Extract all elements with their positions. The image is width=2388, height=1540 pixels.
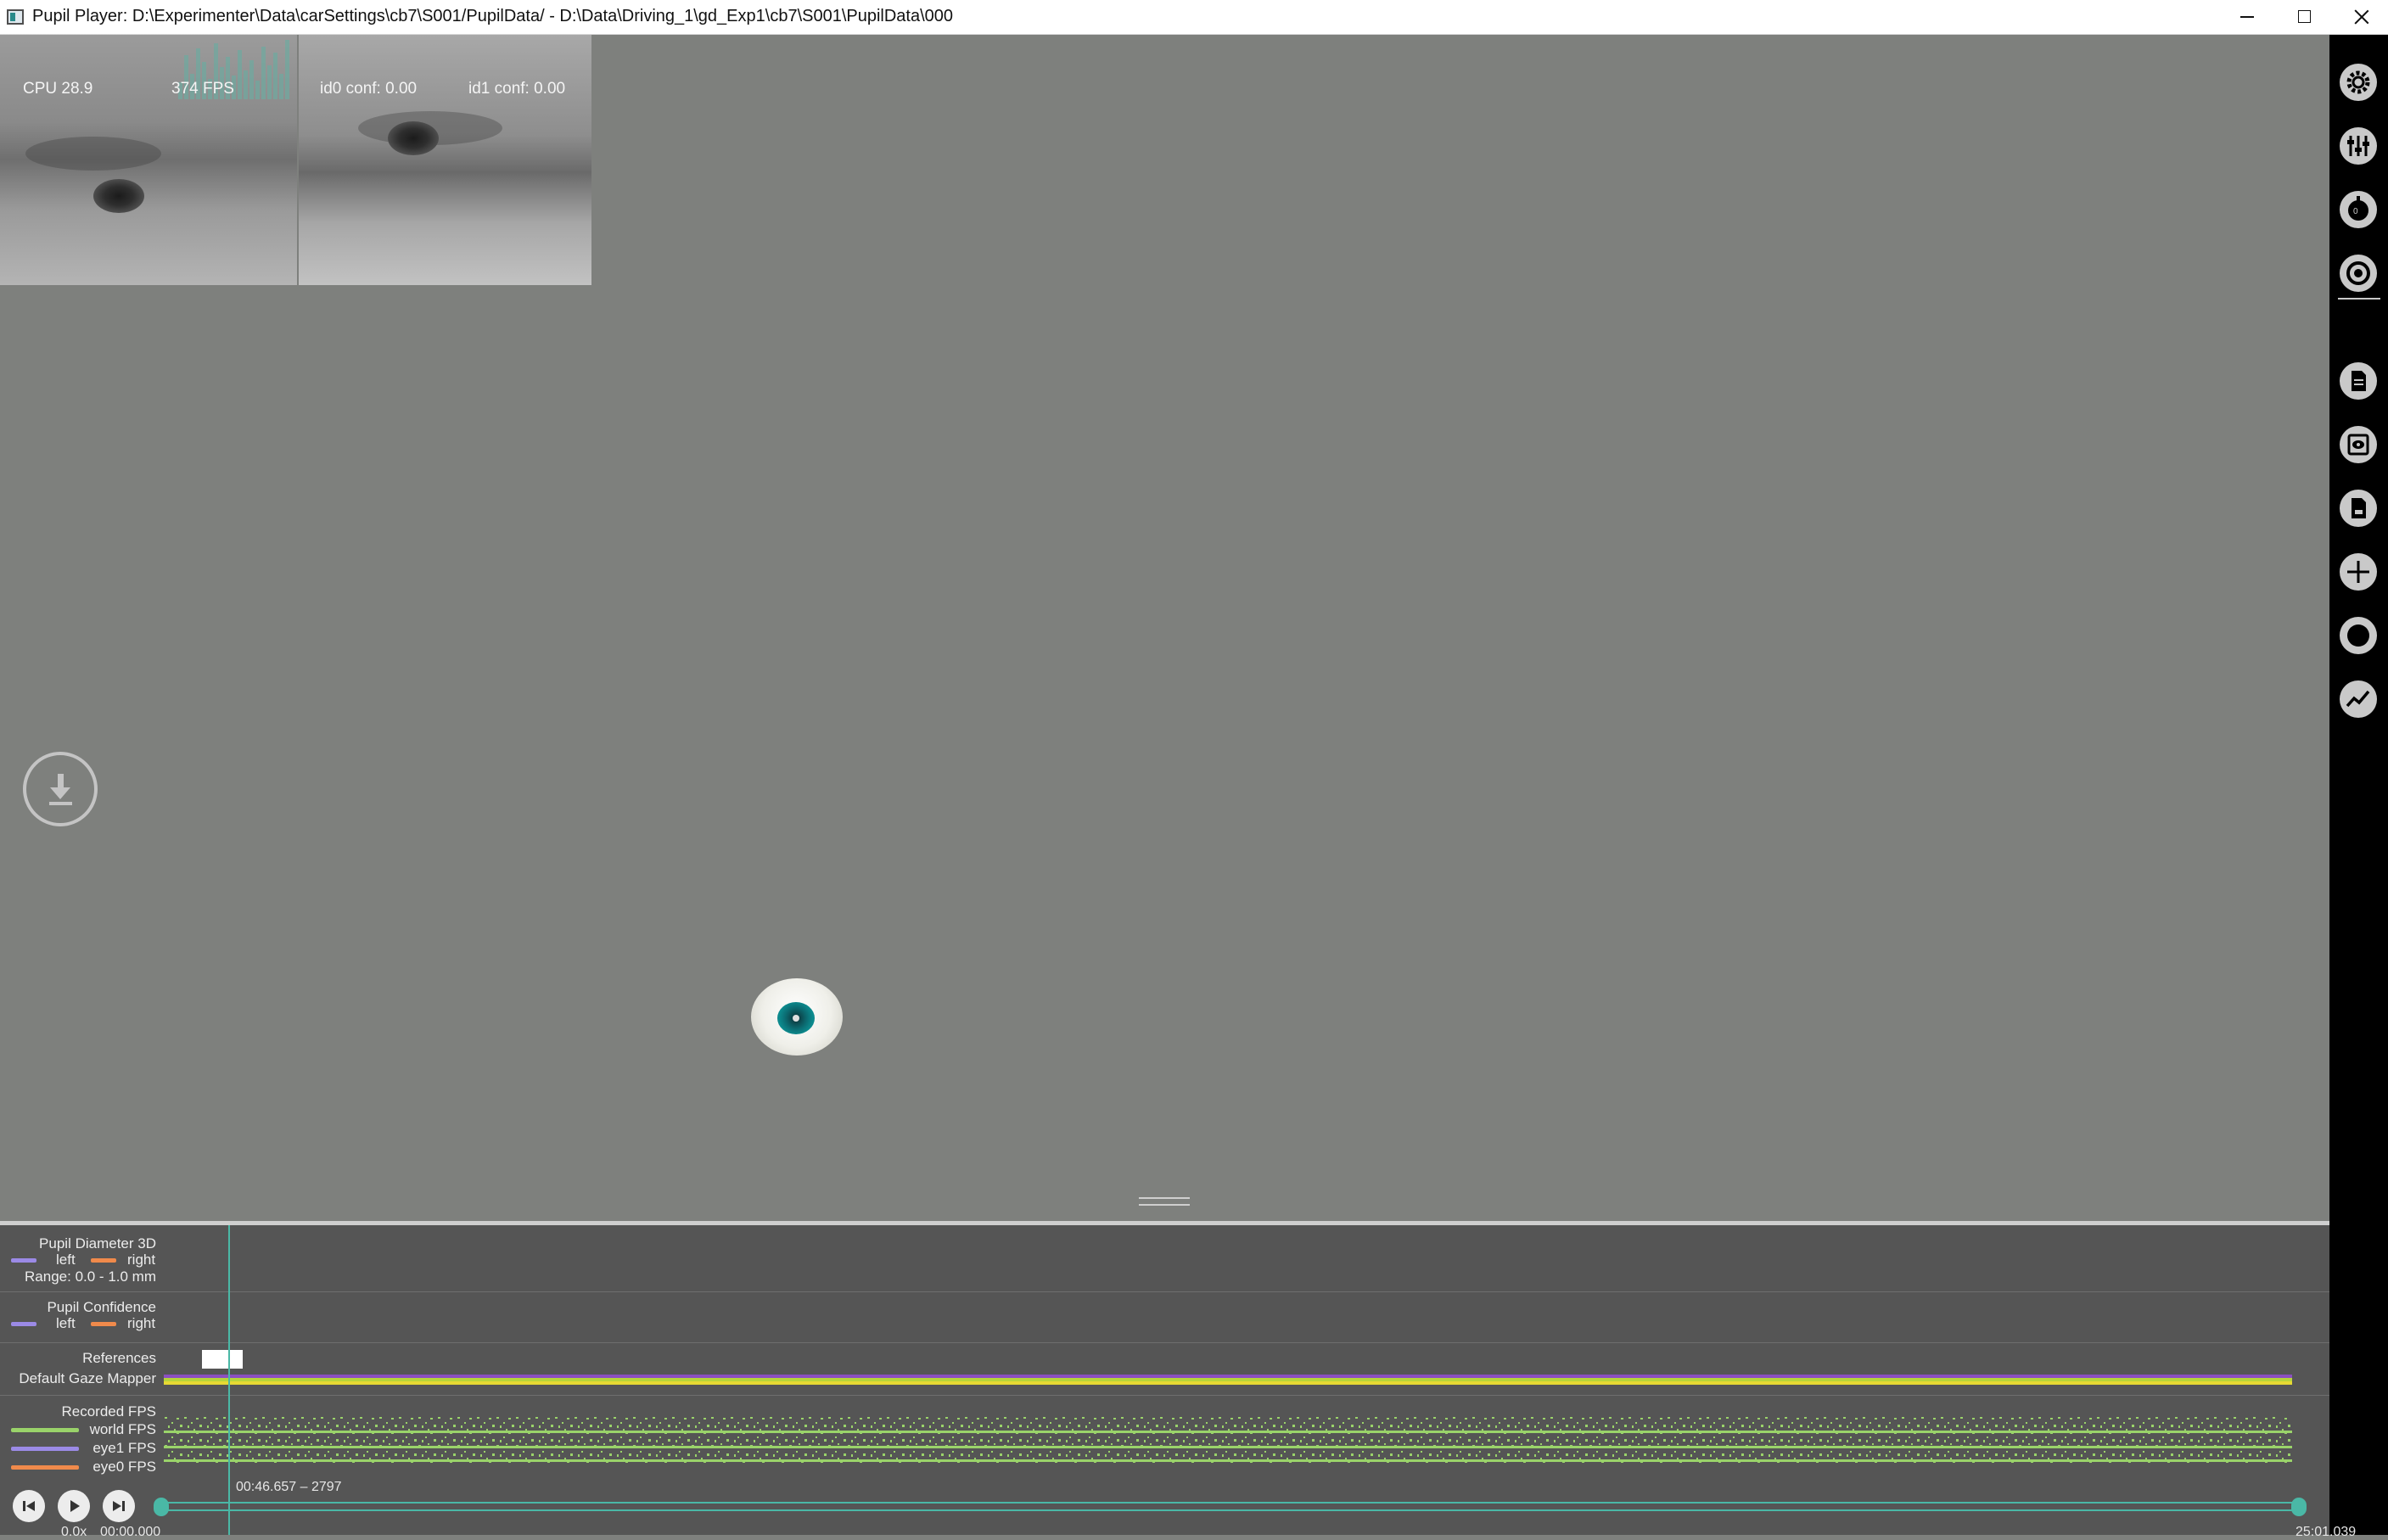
trim-start-handle[interactable] [154,1498,169,1516]
download-icon [49,774,72,805]
seek-bar[interactable] [160,1502,2300,1511]
world-fps-swatch [11,1428,79,1432]
eye-overlay-icon [2347,434,2369,456]
timeline-resize-handle[interactable] [1139,1197,1190,1206]
eye1-fps-swatch [11,1447,79,1451]
gaze-crosshair-button[interactable] [2340,553,2377,591]
minimize-icon [2240,16,2254,18]
maximize-button[interactable] [2276,0,2332,34]
right-legend-swatch [91,1258,116,1263]
gaze-mapper-title: Default Gaze Mapper [19,1370,156,1386]
row-separator [0,1342,2329,1343]
iris [777,1002,815,1034]
left-legend-swatch [11,1258,36,1263]
raw-data-export-icon [2352,498,2366,518]
references-title: References [82,1350,156,1366]
gaze-crosshair-icon [2347,561,2369,583]
eye0-pupil [93,179,144,213]
start-time-label: 00:00.000 [100,1525,161,1539]
annotation-button[interactable] [2340,362,2377,400]
pupil-confidence-left-label: left [56,1315,76,1331]
close-button[interactable] [2332,0,2388,34]
eye0-icon: 0 [2348,196,2368,221]
world-fps-label: world FPS [89,1421,156,1437]
row-separator [0,1291,2329,1292]
window-title: Pupil Player: D:\Experimenter\Data\carSe… [32,7,954,25]
timeline-graph-button[interactable] [2340,680,2377,718]
plugin-manager-button[interactable] [2340,127,2377,165]
eye-overlay-button[interactable] [2340,426,2377,463]
skip-forward-icon [113,1501,125,1511]
trim-end-handle[interactable] [2291,1498,2307,1516]
eye1-pupil [388,121,439,155]
eye1-button[interactable] [2340,255,2377,292]
play-icon [70,1500,80,1512]
eye0-fps-label: eye0 FPS [92,1459,156,1475]
current-time-label: 00:46.657 – 2797 [236,1480,342,1494]
right-legend-swatch [91,1322,116,1326]
id0-confidence: id0 conf: 0.00 [320,80,418,98]
fixation-circle-button[interactable] [2340,617,2377,654]
raw-data-export-button[interactable] [2340,490,2377,527]
annotation-icon [2352,371,2366,391]
download-button[interactable] [23,752,98,826]
pupil-diameter-left-label: left [56,1252,76,1268]
close-icon [2352,8,2371,26]
recorded-fps-title: Recorded FPS [61,1403,157,1420]
iris-highlight [793,1015,799,1022]
row-separator [0,1395,2329,1396]
settings-button[interactable] [2340,64,2377,101]
app-icon [7,9,24,25]
playback-speed: 0.0x [61,1525,87,1539]
end-time-label: 25:01.039 [2296,1525,2357,1539]
maximize-icon [2298,10,2311,23]
skip-forward-button[interactable] [103,1490,135,1522]
eye1-preview [299,35,591,285]
fps-readout: 374 FPS [171,80,234,98]
playhead-line[interactable] [228,1225,230,1535]
eye0-fps-swatch [11,1465,79,1470]
window-titlebar: Pupil Player: D:\Experimenter\Data\carSe… [0,0,2388,35]
play-button[interactable] [58,1490,90,1522]
left-legend-swatch [11,1322,36,1326]
gaze-mapper-validation-bar [164,1381,2292,1385]
pupil-diameter-range: Range: 0.0 - 1.0 mm [25,1268,156,1285]
cpu-readout: CPU 28.9 [23,80,93,98]
settings-icon [2346,70,2370,94]
svg-text:0: 0 [2353,207,2358,216]
eye0-button[interactable]: 0 [2340,191,2377,228]
pupil-diameter-title: Pupil Diameter 3D [39,1235,156,1252]
plugin-manager-icon [2347,136,2369,156]
plugin-menu-bar: 0 [2329,35,2388,1535]
eye1-fps-label: eye1 FPS [92,1440,156,1456]
timeline-top-border [0,1221,2329,1225]
id1-confidence: id1 conf: 0.00 [468,80,566,98]
minimize-button[interactable] [2218,0,2274,34]
timeline-graph-icon [2346,690,2370,708]
eye1-icon [2346,261,2370,285]
gaze-eyeball-marker [751,978,843,1056]
fixation-circle-icon [2347,624,2369,647]
pupil-confidence-right-label: right [127,1315,156,1331]
recorded-fps-plot [164,1417,2292,1463]
skip-back-icon [23,1501,35,1511]
reference-marker[interactable] [202,1350,243,1369]
pupil-confidence-title: Pupil Confidence [47,1299,156,1315]
skip-back-button[interactable] [13,1490,45,1522]
eye0-brow [25,137,161,171]
pupil-diameter-right-label: right [127,1252,156,1268]
menu-divider [2338,298,2380,300]
